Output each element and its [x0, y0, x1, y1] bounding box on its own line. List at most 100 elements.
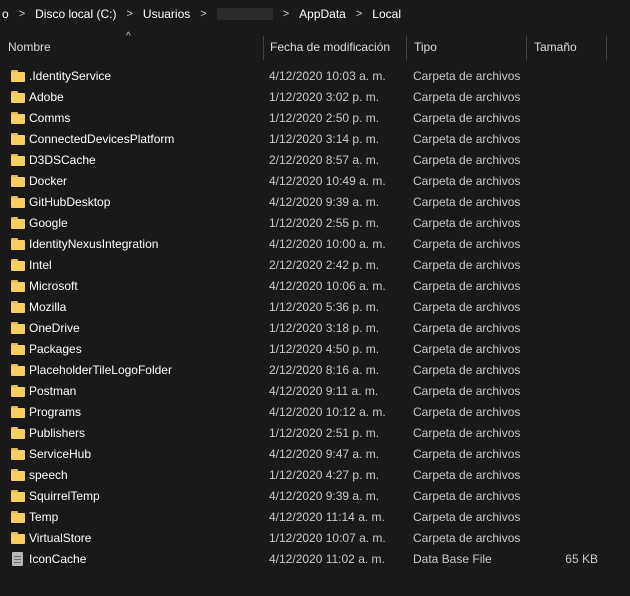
file-name: Google	[29, 216, 68, 230]
modified-date: 1/12/2020 5:36 p. m.	[269, 300, 380, 314]
list-item[interactable]: ServiceHub 4/12/2020 9:47 a. m. Carpeta de…	[0, 444, 630, 465]
list-item[interactable]: OneDrive 1/12/2020 3:18 p. m. Carpeta de a…	[0, 318, 630, 339]
file-list: .IdentityService 4/12/2020 10:03 a. m. Car…	[0, 66, 630, 570]
file-name: Intel	[29, 258, 52, 272]
folder-icon	[11, 532, 25, 544]
list-item[interactable]: Programs 4/12/2020 10:12 a. m. Carpeta de …	[0, 402, 630, 423]
list-item[interactable]: Publishers 1/12/2020 2:51 p. m. Carpeta de…	[0, 423, 630, 444]
breadcrumb-item-appdata[interactable]: AppData	[299, 7, 346, 21]
modified-date: 2/12/2020 8:16 a. m.	[269, 363, 380, 377]
column-divider[interactable]	[606, 36, 607, 60]
modified-date: 2/12/2020 8:57 a. m.	[269, 153, 380, 167]
list-item[interactable]: VirtualStore 1/12/2020 10:07 a. m. Carpeta…	[0, 528, 630, 549]
folder-icon	[11, 469, 25, 481]
column-header-size[interactable]: Tamaño	[526, 34, 607, 62]
modified-date: 2/12/2020 2:42 p. m.	[269, 258, 380, 272]
folder-icon	[11, 322, 25, 334]
file-type: Carpeta de archivos	[413, 447, 521, 461]
file-name: Docker	[29, 174, 68, 188]
modified-date: 1/12/2020 3:02 p. m.	[269, 90, 380, 104]
database-file-icon	[11, 552, 25, 566]
list-item[interactable]: Packages 1/12/2020 4:50 p. m. Carpeta de a…	[0, 339, 630, 360]
breadcrumb-item-local-disk[interactable]: Disco local (C:)	[35, 7, 116, 21]
column-header-name-label: Nombre	[8, 40, 51, 54]
folder-icon	[11, 133, 25, 145]
column-header-row: ^ Nombre Fecha de modificación Tipo Tama…	[0, 31, 630, 62]
sort-ascending-icon: ^	[126, 31, 131, 42]
file-name: Adobe	[29, 90, 64, 104]
folder-icon	[11, 343, 25, 355]
file-type: Carpeta de archivos	[413, 69, 521, 83]
list-item[interactable]: PlaceholderTileLogoFolder 2/12/2020 8:16 …	[0, 360, 630, 381]
list-item[interactable]: Temp 4/12/2020 11:14 a. m. Carpeta de arch…	[0, 507, 630, 528]
breadcrumb-item-partial[interactable]: o	[2, 7, 9, 21]
column-header-type-label: Tipo	[414, 40, 437, 54]
file-name: Comms	[29, 111, 71, 125]
modified-date: 1/12/2020 2:50 p. m.	[269, 111, 380, 125]
file-type: Carpeta de archivos	[413, 489, 521, 503]
modified-date: 1/12/2020 4:27 p. m.	[269, 468, 380, 482]
modified-date: 4/12/2020 10:03 a. m.	[269, 69, 386, 83]
file-type: Carpeta de archivos	[413, 153, 521, 167]
file-name: ServiceHub	[29, 447, 92, 461]
file-name: .IdentityService	[29, 69, 112, 83]
list-item[interactable]: GitHubDesktop 4/12/2020 9:39 a. m. Carpeta…	[0, 192, 630, 213]
file-type: Carpeta de archivos	[413, 195, 521, 209]
file-type: Carpeta de archivos	[413, 531, 521, 545]
column-header-size-label: Tamaño	[534, 40, 577, 54]
folder-icon	[11, 217, 25, 229]
breadcrumb-separator-icon: >	[200, 7, 207, 20]
breadcrumb-item-user-redacted[interactable]	[216, 7, 273, 20]
folder-icon	[11, 196, 25, 208]
folder-icon	[11, 238, 25, 250]
column-header-date-label: Fecha de modificación	[270, 40, 391, 54]
folder-icon	[11, 112, 25, 124]
file-name: Programs	[29, 405, 82, 419]
column-header-type[interactable]: Tipo	[406, 34, 527, 62]
file-name: ConnectedDevicesPlatform	[29, 132, 175, 146]
list-item[interactable]: speech 1/12/2020 4:27 p. m. Carpeta de arc…	[0, 465, 630, 486]
folder-icon	[11, 364, 25, 376]
list-item[interactable]: .IdentityService 4/12/2020 10:03 a. m. Car…	[0, 66, 630, 87]
file-name: Mozilla	[29, 300, 67, 314]
list-item[interactable]: D3DSCache 2/12/2020 8:57 a. m. Carpeta de …	[0, 150, 630, 171]
folder-icon	[11, 448, 25, 460]
file-name: OneDrive	[29, 321, 80, 335]
column-header-name[interactable]: ^ Nombre	[0, 31, 264, 62]
file-type: Carpeta de archivos	[413, 216, 521, 230]
list-item[interactable]: Google 1/12/2020 2:55 p. m. Carpeta de arc…	[0, 213, 630, 234]
list-item[interactable]: Microsoft 4/12/2020 10:06 a. m. Carpeta de…	[0, 276, 630, 297]
breadcrumb-item-local[interactable]: Local	[372, 7, 401, 21]
folder-icon	[11, 406, 25, 418]
list-item[interactable]: Postman 4/12/2020 9:11 a. m. Carpeta de ar…	[0, 381, 630, 402]
modified-date: 4/12/2020 10:49 a. m.	[269, 174, 386, 188]
file-name: VirtualStore	[29, 531, 92, 545]
list-item[interactable]: Adobe 1/12/2020 3:02 p. m. Carpeta de arch…	[0, 87, 630, 108]
list-item[interactable]: ConnectedDevicesPlatform 1/12/2020 3:14 p…	[0, 129, 630, 150]
modified-date: 1/12/2020 10:07 a. m.	[269, 531, 386, 545]
file-type: Data Base File	[413, 552, 492, 566]
file-name: speech	[29, 468, 68, 482]
list-item[interactable]: Docker 4/12/2020 10:49 a. m. Carpeta de ar…	[0, 171, 630, 192]
list-item[interactable]: Comms 1/12/2020 2:50 p. m. Carpeta de arch…	[0, 108, 630, 129]
file-type: Carpeta de archivos	[413, 426, 521, 440]
list-item[interactable]: IconCache 4/12/2020 11:02 a. m. Data Base …	[0, 549, 630, 570]
file-type: Carpeta de archivos	[413, 384, 521, 398]
file-name: Publishers	[29, 426, 86, 440]
list-item[interactable]: SquirrelTemp 4/12/2020 9:39 a. m. Carpeta …	[0, 486, 630, 507]
file-name: Microsoft	[29, 279, 78, 293]
modified-date: 4/12/2020 9:39 a. m.	[269, 195, 380, 209]
file-type: Carpeta de archivos	[413, 258, 521, 272]
breadcrumb-separator-icon: >	[282, 7, 290, 20]
modified-date: 4/12/2020 11:02 a. m.	[269, 552, 385, 566]
folder-icon	[11, 490, 25, 502]
list-item[interactable]: Mozilla 1/12/2020 5:36 p. m. Carpeta de ar…	[0, 297, 630, 318]
column-header-date[interactable]: Fecha de modificación	[262, 34, 407, 62]
file-type: Carpeta de archivos	[413, 237, 521, 251]
list-item[interactable]: Intel 2/12/2020 2:42 p. m. Carpeta de arch…	[0, 255, 630, 276]
file-name: Temp	[29, 510, 59, 524]
file-type: Carpeta de archivos	[413, 174, 521, 188]
breadcrumb-item-users[interactable]: Usuarios	[143, 7, 190, 21]
list-item[interactable]: IdentityNexusIntegration 4/12/2020 10:00 …	[0, 234, 630, 255]
folder-icon	[11, 385, 25, 397]
